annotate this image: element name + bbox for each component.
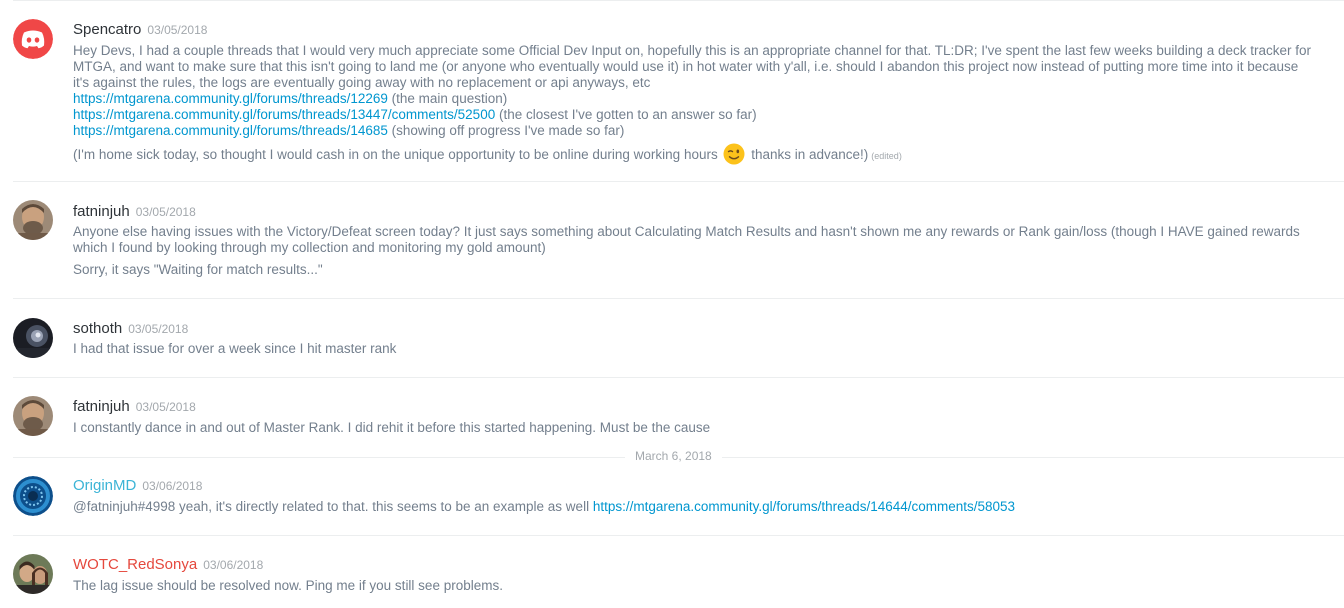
link-note: (the closest I've gotten to an answer so… — [495, 107, 757, 122]
thread-link[interactable]: https://mtgarena.community.gl/forums/thr… — [73, 123, 388, 138]
discord-logo-icon[interactable] — [13, 19, 53, 59]
message-wotc-redsonya: WOTC_RedSonya 03/06/2018 The lag issue sh… — [0, 536, 1344, 608]
thread-link[interactable]: https://mtgarena.community.gl/forums/thr… — [593, 499, 1015, 514]
link-line-2: https://mtgarena.community.gl/forums/thr… — [73, 107, 1312, 123]
link-note: (the main question) — [387, 91, 508, 106]
message-text: @fatninjuh#4998 yeah, it's directly rela… — [73, 499, 1312, 515]
link-line-3: https://mtgarena.community.gl/forums/thr… — [73, 123, 1312, 139]
message-text: I had that issue for over a week since I… — [73, 341, 397, 356]
timestamp: 03/05/2018 — [147, 23, 208, 37]
message-fatninjuh: fatninjuh 03/05/2018 I constantly dance i… — [0, 378, 1344, 450]
message-text: thanks in advance!) — [747, 147, 869, 162]
username[interactable]: fatninjuh — [73, 398, 130, 415]
user-avatar[interactable] — [13, 554, 53, 594]
thread-link[interactable]: https://mtgarena.community.gl/forums/thr… — [73, 107, 495, 122]
user-avatar[interactable] — [13, 318, 53, 358]
user-avatar[interactable] — [13, 396, 53, 436]
timestamp: 03/05/2018 — [128, 322, 189, 336]
message-text: (I'm home sick today, so thought I would… — [73, 147, 722, 162]
timestamp: 03/06/2018 — [142, 479, 203, 493]
message-originmd: OriginMD 03/06/2018 @fatninjuh#4998 yeah,… — [0, 466, 1344, 536]
message-text: Sorry, it says "Waiting for match result… — [73, 262, 323, 277]
message-fatninjuh: fatninjuh 03/05/2018 Anyone else having i… — [0, 182, 1344, 299]
message-spencatro: Spencatro 03/05/2018 Hey Devs, I had a co… — [0, 0, 1344, 182]
message-text: The lag issue should be resolved now. Pi… — [73, 578, 503, 593]
user-avatar[interactable] — [13, 200, 53, 240]
message-text: Anyone else having issues with the Victo… — [73, 224, 1300, 255]
username[interactable]: OriginMD — [73, 477, 136, 494]
message-text: Hey Devs, I had a couple threads that I … — [73, 43, 1311, 90]
winking-face-emoji — [723, 143, 745, 165]
date-separator: March 6, 2018 — [13, 448, 1344, 466]
timestamp: 03/06/2018 — [203, 558, 264, 572]
message-text-span: @fatninjuh#4998 yeah, it's directly rela… — [73, 499, 593, 514]
message-sothoth: sothoth 03/05/2018 I had that issue for o… — [0, 299, 1344, 378]
link-line-1: https://mtgarena.community.gl/forums/thr… — [73, 91, 1312, 107]
message-text-closing: (I'm home sick today, so thought I would… — [73, 143, 1312, 165]
thread-link[interactable]: https://mtgarena.community.gl/forums/thr… — [73, 91, 388, 106]
username[interactable]: sothoth — [73, 320, 122, 337]
timestamp: 03/05/2018 — [135, 400, 196, 414]
date-separator-label: March 6, 2018 — [625, 449, 722, 463]
user-avatar[interactable] — [13, 476, 53, 516]
link-note: (showing off progress I've made so far) — [387, 123, 625, 138]
timestamp: 03/05/2018 — [135, 205, 196, 219]
message-text: I constantly dance in and out of Master … — [73, 420, 711, 435]
username[interactable]: WOTC_RedSonya — [73, 556, 197, 573]
username[interactable]: Spencatro — [73, 21, 141, 38]
username[interactable]: fatninjuh — [73, 203, 130, 220]
edited-label: (edited) — [871, 151, 902, 161]
